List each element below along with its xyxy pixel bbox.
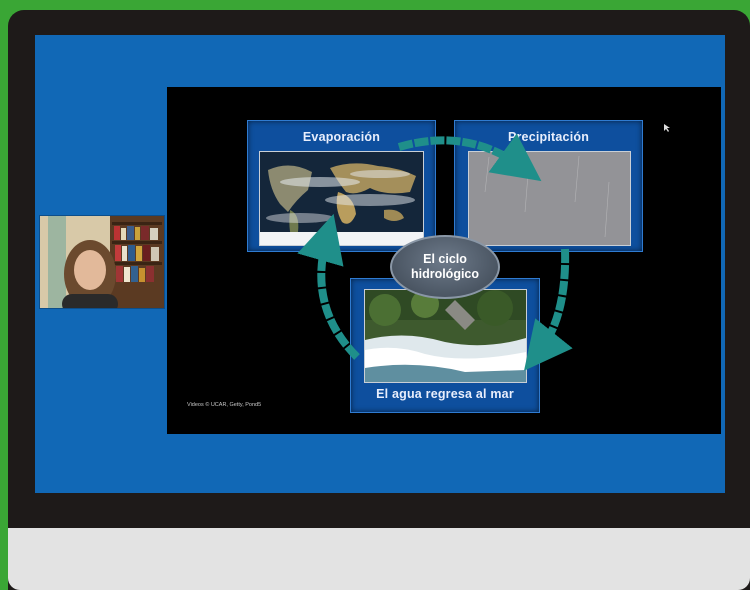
video-call-screen: Evaporación Precipitación El agua regres… [35, 35, 725, 493]
presenter-video-thumbnail[interactable] [39, 215, 165, 309]
image-credit: Videos © UCAR, Getty, Pond5 [187, 402, 262, 408]
hydrologic-cycle-label: El ciclo hidrológico [390, 235, 500, 299]
presenter-image [40, 216, 164, 308]
hub-line-2: hidrológico [410, 267, 480, 281]
mouse-cursor-icon [664, 124, 670, 132]
presentation-slide: Evaporación Precipitación El agua regres… [167, 87, 721, 434]
arrow-evaporation-to-precipitation [397, 133, 542, 182]
monitor-stand-base [8, 528, 750, 590]
arrow-sea-to-evaporation [297, 213, 360, 360]
arrow-precipitation-to-sea [524, 248, 573, 371]
hub-line-1: El ciclo [423, 252, 467, 266]
